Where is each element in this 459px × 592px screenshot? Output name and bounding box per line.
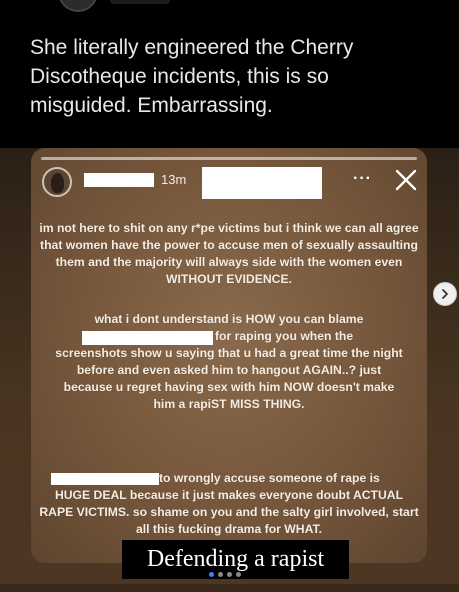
story-paragraph-2-line-1: what i dont understand is HOW you can bl… — [94, 312, 364, 326]
carousel-dot[interactable] — [227, 572, 232, 577]
name-redaction-3 — [51, 473, 159, 485]
more-horizontal-icon[interactable]: ··· — [353, 170, 372, 188]
story-paragraph-3-line-1: to wrongly accuse someone of rape is — [159, 471, 380, 485]
carousel-dot[interactable] — [209, 572, 214, 577]
next-slide-button[interactable] — [433, 282, 457, 306]
poster-name-redacted — [110, 0, 170, 4]
carousel-dot[interactable] — [236, 572, 241, 577]
chevron-right-icon — [442, 289, 448, 299]
username-redaction — [84, 173, 154, 187]
bottom-strip — [0, 584, 459, 592]
poster-avatar[interactable] — [58, 0, 98, 12]
post-header: She literally engineered the Cherry Disc… — [0, 0, 459, 148]
carousel-indicator — [209, 572, 241, 577]
story-progress-bar — [41, 157, 417, 160]
post-caption: She literally engineered the Cherry Disc… — [30, 36, 354, 117]
story-timestamp: 13m — [161, 172, 187, 187]
story-avatar — [42, 167, 72, 197]
story-paragraph-1: im not here to shit on any r*pe victims … — [39, 221, 419, 286]
story-paragraph-2-body: screenshots show u saying that u had a g… — [55, 346, 403, 411]
story-paragraph-3-body: HUGE DEAL because it just makes everyone… — [39, 488, 419, 536]
story-paragraph-2-line-2: for raping you when the — [215, 329, 354, 343]
story-screenshot: 13m ··· im not here to shit on any r*pe … — [31, 148, 427, 563]
name-redaction-2 — [82, 331, 213, 345]
close-icon[interactable] — [393, 167, 419, 193]
carousel-dot[interactable] — [218, 572, 223, 577]
name-redaction-box — [202, 167, 322, 199]
